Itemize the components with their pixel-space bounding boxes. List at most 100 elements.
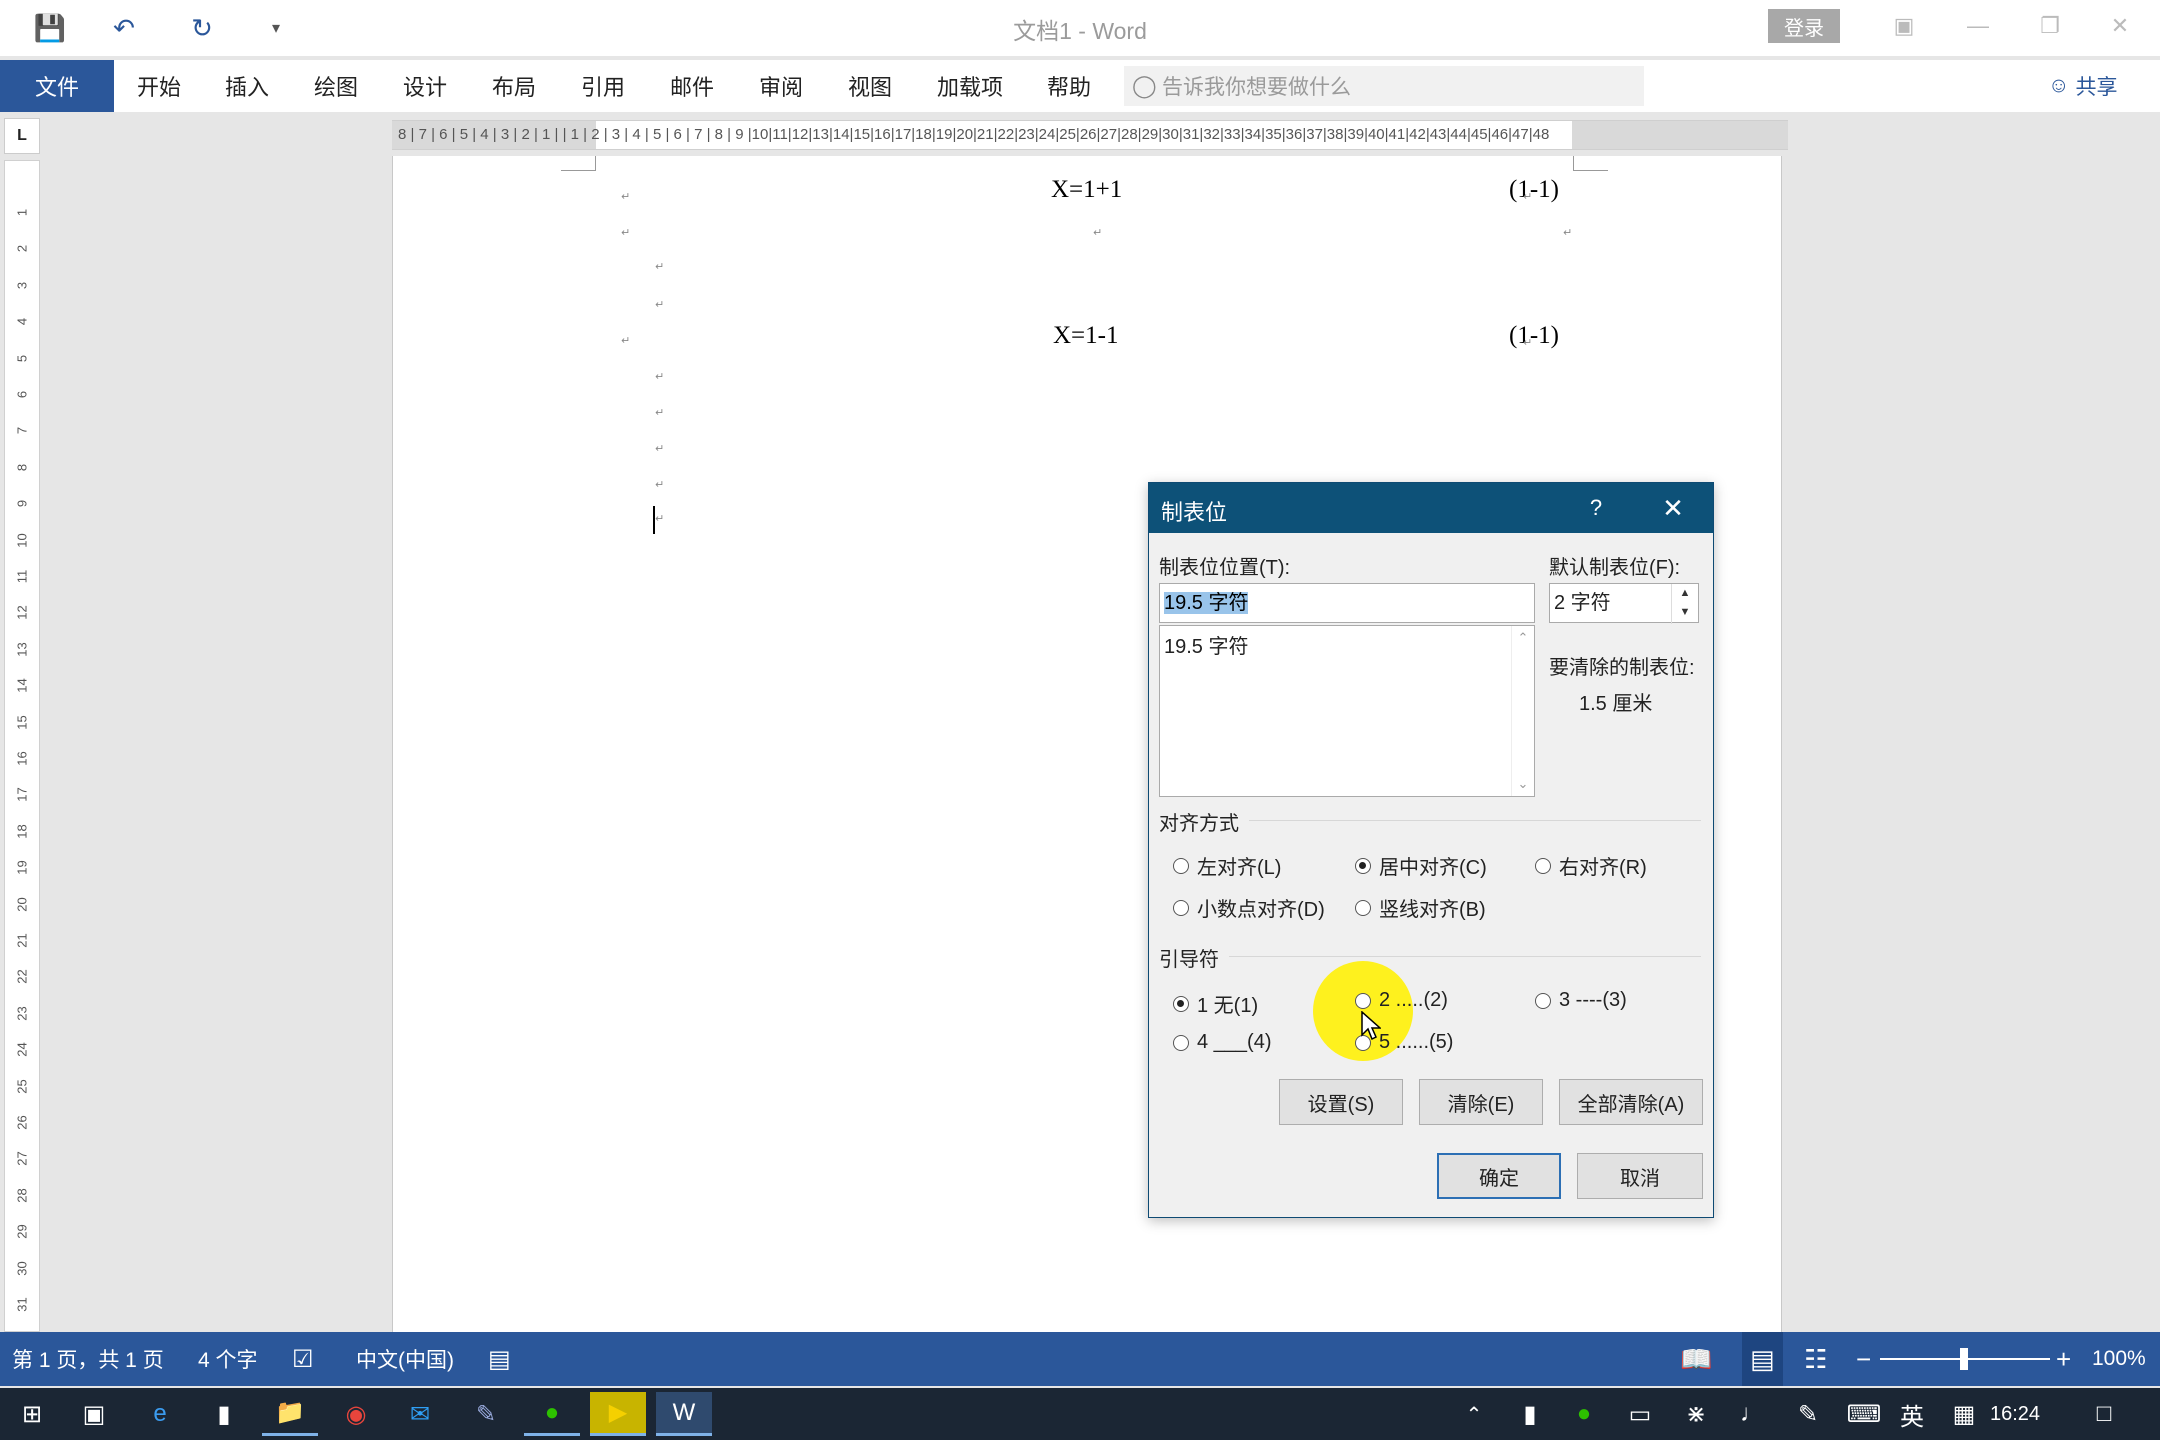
zoom-level[interactable]: 100% [2092,1332,2146,1386]
align-center-radio[interactable]: 居中对齐(C) [1355,851,1487,880]
clock[interactable]: 16:24 [1990,1388,2040,1440]
pen-icon[interactable]: ✎ [1780,1392,1836,1436]
tab-draw[interactable]: 绘图 [305,60,367,112]
language[interactable]: 中文(中国) [356,1332,454,1386]
close-icon[interactable]: ✕ [1655,493,1691,524]
video-recorder-icon[interactable]: ▶ [590,1392,646,1436]
align-right-radio[interactable]: 右对齐(R) [1535,851,1647,880]
battery-icon[interactable]: ▭ [1612,1392,1668,1436]
tab-file[interactable]: 文件 [0,60,114,112]
leader-dots-radio[interactable]: 2 .....(2) [1355,989,1448,1012]
cancel-button[interactable]: 取消 [1577,1153,1703,1199]
ime-mode[interactable]: 英 [1884,1392,1940,1436]
wechat-icon[interactable]: ● [524,1392,580,1436]
vertical-ruler[interactable]: 1 2 3 4 5 6 7 8 9 10 11 12 13 14 15 16 17 18 19 20 21 22 23 24 2… [4,160,40,1332]
read-mode-icon[interactable]: 📖 [1680,1332,1712,1386]
spin-up-icon[interactable]: ▲ [1672,584,1698,603]
ruler-number: 29 [14,1224,30,1239]
tab-selector[interactable]: L [4,118,40,154]
notifications-icon[interactable]: □ [2076,1392,2132,1436]
clear-button[interactable]: 清除(E) [1419,1079,1543,1125]
print-layout-icon[interactable]: ▤ [1742,1332,1783,1386]
list-item[interactable]: 19.5 字符 [1164,630,1248,659]
zoom-slider-thumb[interactable] [1960,1348,1968,1370]
tab-home[interactable]: 开始 [128,60,190,112]
web-layout-icon[interactable]: ☷ [1804,1332,1827,1386]
tab-mailings[interactable]: 邮件 [661,60,723,112]
tabs-dialog: 制表位 ? ✕ 制表位位置(T): 19.5 字符 19.5 字符 ⌃ ⌄ 默认… [1148,482,1714,1218]
help-button[interactable]: ? [1581,495,1611,521]
terminal-icon[interactable]: ▮ [196,1392,252,1436]
tab-references[interactable]: 引用 [572,60,634,112]
zoom-in-icon[interactable]: + [2056,1332,2071,1386]
clear-all-button[interactable]: 全部清除(A) [1559,1079,1703,1125]
notes-app-icon[interactable]: ✎ [458,1392,514,1436]
radio-circle [1535,992,1551,1009]
ruler-number: 20 [14,896,30,912]
tab-position-input[interactable]: 19.5 字符 [1159,583,1535,623]
windows-start-icon[interactable]: ⊞ [4,1392,60,1436]
title-bar: 💾 ↶ ↻ ▾ 文档1 - Word 登录 ▣ — ❐ ✕ [0,0,2160,56]
tab-review[interactable]: 审阅 [750,60,812,112]
leader-underline-radio[interactable]: 4 ___(4) [1173,1031,1272,1054]
tab-design[interactable]: 设计 [394,60,456,112]
align-bar-radio[interactable]: 竖线对齐(B) [1355,893,1486,922]
network-icon[interactable]: ⋇ [1668,1392,1724,1436]
wechat-tray-icon[interactable]: ● [1556,1392,1612,1436]
radio-label: 右对齐(R) [1559,857,1647,879]
minimize-icon[interactable]: — [1950,8,2006,44]
ruler-number: 21 [14,933,30,948]
tab-layout[interactable]: 布局 [483,60,545,112]
crop-mark [1573,156,1608,171]
scroll-up-icon[interactable]: ⌃ [1512,630,1534,646]
tab-insert[interactable]: 插入 [216,60,278,112]
align-left-radio[interactable]: 左对齐(L) [1173,851,1281,880]
default-tab-input[interactable]: 2 字符 ▲ ▼ [1549,583,1699,624]
tab-view[interactable]: 视图 [839,60,901,112]
share-button[interactable]: ☺ 共享 [2048,60,2117,112]
equation-2: X=1-1 [1053,322,1119,349]
page-count[interactable]: 第 1 页，共 1 页 [12,1332,164,1386]
ruler-number: 7 [14,427,30,435]
ruler-number: 25 [14,1078,30,1094]
tab-help[interactable]: 帮助 [1038,60,1100,112]
task-view-icon[interactable]: ▣ [66,1392,122,1436]
ime-pinyin-icon[interactable]: ▦ [1936,1392,1992,1436]
tab-position-list[interactable]: 19.5 字符 ⌃ ⌄ [1159,625,1535,797]
word-count[interactable]: 4 个字 [198,1332,258,1386]
close-window-icon[interactable]: ✕ [2092,8,2148,44]
word-app-icon[interactable]: W [656,1392,712,1436]
leader-dashes-radio[interactable]: 3 ----(3) [1535,989,1627,1012]
tab-addins[interactable]: 加载项 [928,60,1012,112]
macro-icon[interactable]: ▤ [488,1332,511,1386]
spin-down-icon[interactable]: ▼ [1672,603,1698,622]
login-button[interactable]: 登录 [1768,9,1840,43]
default-tab-spinner[interactable]: ▲ ▼ [1671,584,1698,624]
leader-none-radio[interactable]: 1 无(1) [1173,989,1258,1018]
zoom-out-icon[interactable]: − [1856,1332,1871,1386]
tell-me-search[interactable]: ◯ 告诉我你想要做什么 [1124,66,1644,106]
share-label: 共享 [2075,76,2118,99]
person-icon: ☺ [2048,74,2070,97]
mail-client-icon[interactable]: ✉ [392,1392,448,1436]
ruler-number: 16 [14,751,30,766]
set-button[interactable]: 设置(S) [1279,1079,1403,1125]
ruler-number: 11 [14,569,30,584]
equation-2-number: (1-1) [1509,322,1559,349]
restore-icon[interactable]: ❐ [2022,8,2078,44]
list-scrollbar[interactable]: ⌃ ⌄ [1511,626,1534,796]
show-hidden-icons-icon[interactable]: ⌃ [1446,1392,1502,1436]
volume-icon[interactable]: ♩ [1724,1392,1780,1436]
ribbon-display-options-icon[interactable]: ▣ [1876,8,1932,44]
chrome-icon[interactable]: ◉ [328,1392,384,1436]
scroll-down-icon[interactable]: ⌄ [1512,776,1534,792]
file-explorer-icon[interactable]: 📁 [262,1392,318,1436]
align-decimal-radio[interactable]: 小数点对齐(D) [1173,893,1325,922]
ok-button[interactable]: 确定 [1437,1153,1561,1199]
horizontal-ruler[interactable]: 8 | 7 | 6 | 5 | 4 | 3 | 2 | 1 | | 1 | 2 … [392,120,1788,150]
proofing-icon[interactable]: ☑ [292,1332,314,1386]
edge-browser-icon[interactable]: e [132,1392,188,1436]
radio-label: 3 ----(3) [1559,989,1627,1011]
usb-device-icon[interactable]: ▮ [1502,1392,1558,1436]
paragraph-mark: ↵ [655,371,665,383]
